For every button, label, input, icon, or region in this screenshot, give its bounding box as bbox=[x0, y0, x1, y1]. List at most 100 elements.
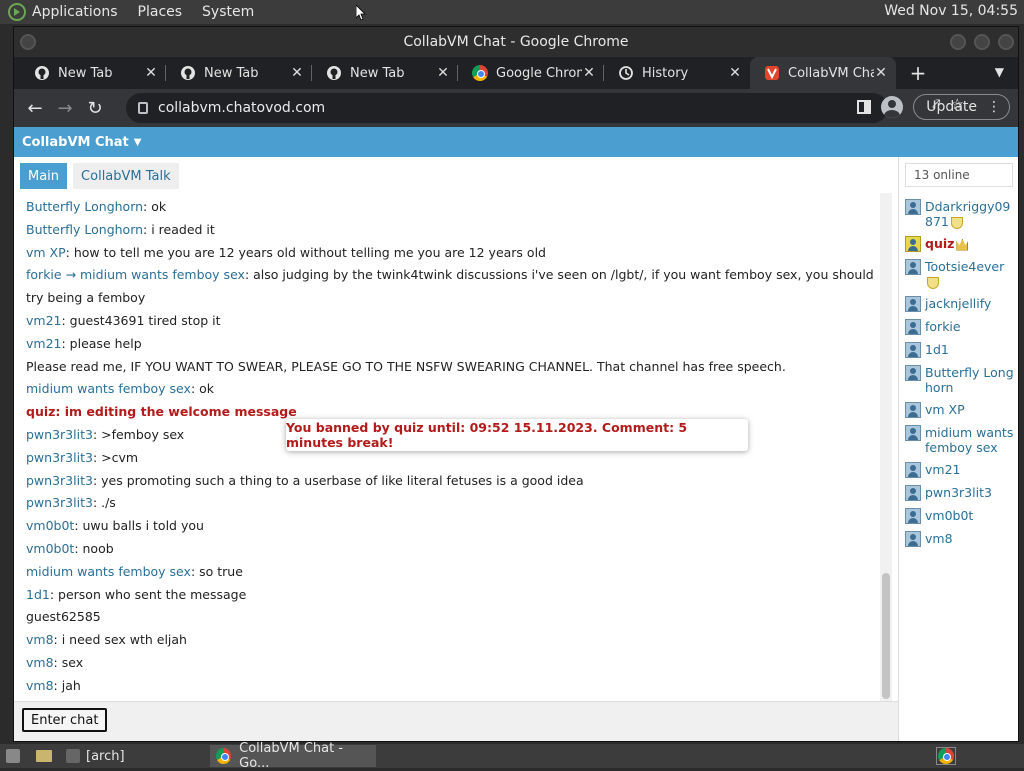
tab-google-chrome[interactable]: Google Chrom ✕ bbox=[458, 57, 604, 89]
user-list-item[interactable]: Butterfly Longhorn bbox=[905, 365, 1015, 395]
close-window-button[interactable] bbox=[998, 34, 1014, 50]
chat-tabs: Main CollabVM Talk bbox=[20, 163, 179, 189]
tab-close-icon[interactable]: ✕ bbox=[728, 65, 742, 81]
taskbar: [arch] CollabVM Chat - Go... bbox=[0, 741, 1024, 771]
message-author[interactable]: vm8 bbox=[26, 632, 54, 647]
chat-tab-collabvm-talk[interactable]: CollabVM Talk bbox=[73, 163, 179, 189]
user-name[interactable]: forkie bbox=[925, 319, 961, 334]
places-menu[interactable]: Places bbox=[138, 4, 183, 20]
user-list-item[interactable]: midium wants femboy sex bbox=[905, 425, 1015, 455]
message-author[interactable]: Butterfly Longhorn bbox=[26, 222, 143, 237]
user-name[interactable]: vm XP bbox=[925, 402, 965, 417]
user-name[interactable]: pwn3r3lit3 bbox=[925, 485, 992, 500]
user-name-wrap: midium wants femboy sex bbox=[925, 425, 1015, 455]
taskbar-item-chrome[interactable]: CollabVM Chat - Go... bbox=[210, 741, 376, 771]
tab-new-tab-2[interactable]: New Tab ✕ bbox=[166, 57, 312, 89]
url-text[interactable]: collabvm.chatovod.com bbox=[158, 100, 325, 116]
tab-close-icon[interactable]: ✕ bbox=[144, 65, 158, 81]
user-name[interactable]: Ddarkriggy09871 bbox=[925, 199, 1010, 229]
user-list-item[interactable]: quiz bbox=[905, 236, 1015, 252]
tray-chrome-icon[interactable] bbox=[936, 747, 956, 765]
message-author[interactable]: vm21 bbox=[26, 313, 61, 328]
user-name[interactable]: jacknjellify bbox=[925, 296, 991, 311]
message-author[interactable]: Butterfly Longhorn bbox=[26, 199, 143, 214]
message-author[interactable]: vm XP bbox=[26, 245, 66, 260]
user-name[interactable]: Tootsie4ever bbox=[925, 259, 1004, 274]
message-author[interactable]: vm0b0t bbox=[26, 518, 74, 533]
new-tab-plus-icon[interactable]: + bbox=[906, 61, 930, 85]
lock-icon[interactable] bbox=[138, 102, 148, 114]
window-menu-button[interactable] bbox=[20, 34, 36, 50]
page-title[interactable]: CollabVM Chat bbox=[22, 135, 129, 150]
reload-icon[interactable]: ↻ bbox=[80, 93, 110, 123]
scrollbar-thumb[interactable] bbox=[882, 573, 890, 699]
github-icon bbox=[181, 66, 195, 80]
taskbar-item-arch[interactable]: [arch] bbox=[60, 745, 196, 767]
system-menu[interactable]: System bbox=[202, 4, 254, 20]
user-name[interactable]: vm8 bbox=[925, 531, 953, 546]
user-list-item[interactable]: 1d1 bbox=[905, 342, 1015, 358]
user-avatar-icon bbox=[905, 296, 921, 312]
user-name[interactable]: vm21 bbox=[925, 462, 960, 477]
message-author[interactable]: vm8 bbox=[26, 678, 54, 693]
side-panel-icon[interactable] bbox=[857, 100, 872, 114]
user-name[interactable]: Butterfly Longhorn bbox=[925, 365, 1014, 395]
tab-close-icon[interactable]: ✕ bbox=[290, 65, 304, 81]
tab-close-icon[interactable]: ✕ bbox=[436, 65, 450, 81]
message-author[interactable]: pwn3r3lit3 bbox=[26, 427, 93, 442]
chat-scrollbar[interactable] bbox=[880, 193, 892, 701]
enter-chat-button[interactable]: Enter chat bbox=[22, 708, 108, 732]
folder-icon[interactable] bbox=[36, 750, 52, 762]
page-header[interactable]: CollabVM Chat ▼ bbox=[14, 127, 1018, 157]
user-name[interactable]: midium wants femboy sex bbox=[925, 425, 1013, 455]
message-author[interactable]: vm0b0t bbox=[26, 541, 74, 556]
clock[interactable]: Wed Nov 15, 04:55 bbox=[884, 3, 1018, 19]
user-list-item[interactable]: vm0b0t bbox=[905, 508, 1015, 524]
user-name[interactable]: vm0b0t bbox=[925, 508, 973, 523]
profile-avatar-icon[interactable] bbox=[881, 96, 904, 118]
github-icon bbox=[35, 66, 49, 80]
chat-tab-main[interactable]: Main bbox=[20, 163, 68, 189]
tab-collabvm-chat[interactable]: CollabVM Cha ✕ bbox=[750, 57, 896, 89]
gnome-foot-icon[interactable] bbox=[8, 3, 26, 21]
message-author[interactable]: pwn3r3lit3 bbox=[26, 495, 93, 510]
message-author[interactable]: quiz bbox=[26, 404, 55, 419]
chat-message: pwn3r3lit3: yes promoting such a thing t… bbox=[26, 470, 876, 493]
user-list-item[interactable]: vm21 bbox=[905, 462, 1015, 478]
user-list-item[interactable]: vm8 bbox=[905, 531, 1015, 547]
user-list-item[interactable]: Tootsie4ever bbox=[905, 259, 1015, 289]
maximize-button[interactable] bbox=[974, 34, 990, 50]
user-list-item[interactable]: forkie bbox=[905, 319, 1015, 335]
show-desktop-button[interactable] bbox=[0, 745, 32, 767]
tab-new-tab-3[interactable]: New Tab ✕ bbox=[312, 57, 458, 89]
user-list-item[interactable]: Ddarkriggy09871 bbox=[905, 199, 1015, 229]
message-author[interactable]: midium wants femboy sex bbox=[26, 564, 191, 579]
window-titlebar[interactable]: CollabVM Chat - Google Chrome bbox=[14, 27, 1018, 57]
crown-icon bbox=[956, 238, 969, 251]
caret-down-icon[interactable]: ▼ bbox=[134, 137, 142, 148]
user-list-item[interactable]: jacknjellify bbox=[905, 296, 1015, 312]
address-bar[interactable]: collabvm.chatovod.com bbox=[126, 93, 888, 123]
user-list-item[interactable]: vm XP bbox=[905, 402, 1015, 418]
message-author[interactable]: vm8 bbox=[26, 655, 54, 670]
tab-close-icon[interactable]: ✕ bbox=[582, 65, 596, 81]
message-author[interactable]: vm21 bbox=[26, 336, 61, 351]
message-author[interactable]: midium wants femboy sex bbox=[26, 381, 191, 396]
kebab-menu-icon[interactable]: ⋮ bbox=[987, 99, 1001, 115]
applications-menu[interactable]: Applications bbox=[32, 4, 118, 20]
message-author[interactable]: pwn3r3lit3 bbox=[26, 450, 93, 465]
message-author[interactable]: forkie → midium wants femboy sex bbox=[26, 267, 245, 282]
tab-history[interactable]: History ✕ bbox=[604, 57, 750, 89]
update-button[interactable]: Update ⋮ bbox=[913, 94, 1010, 120]
message-author[interactable]: 1d1 bbox=[26, 587, 50, 602]
forward-arrow-icon[interactable]: → bbox=[50, 93, 80, 123]
message-author[interactable]: pwn3r3lit3 bbox=[26, 473, 93, 488]
tab-close-icon[interactable]: ✕ bbox=[874, 65, 888, 81]
tab-search-chevron-icon[interactable]: ▼ bbox=[995, 65, 1004, 79]
minimize-button[interactable] bbox=[950, 34, 966, 50]
user-name[interactable]: quiz bbox=[925, 236, 954, 251]
user-name[interactable]: 1d1 bbox=[925, 342, 949, 357]
back-arrow-icon[interactable]: ← bbox=[20, 93, 50, 123]
tab-new-tab-1[interactable]: New Tab ✕ bbox=[20, 57, 166, 89]
user-list-item[interactable]: pwn3r3lit3 bbox=[905, 485, 1015, 501]
